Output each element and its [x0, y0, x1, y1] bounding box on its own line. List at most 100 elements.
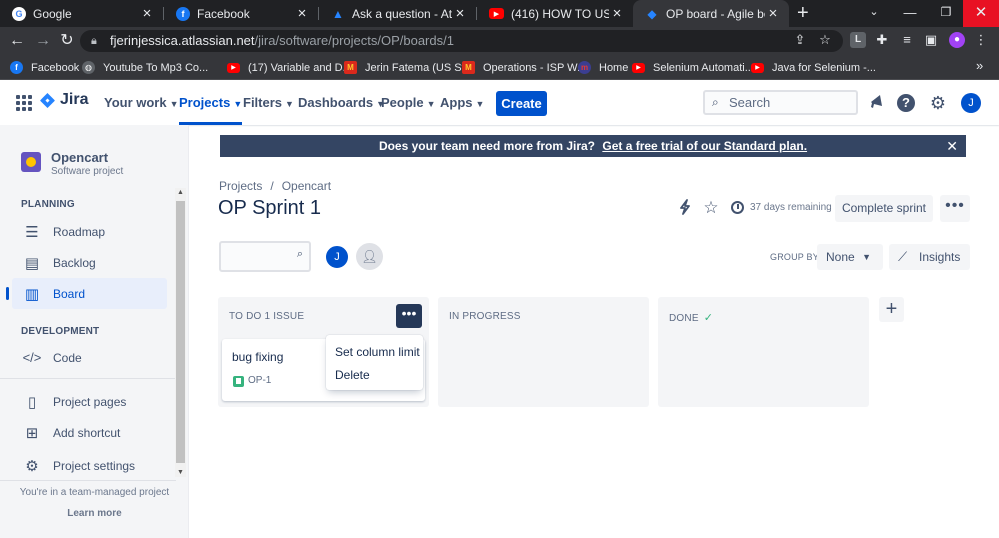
profile-avatar-icon[interactable]: ●	[949, 32, 965, 48]
check-icon: ✓	[703, 312, 714, 324]
browser-tab-google[interactable]: G Google ×	[0, 0, 163, 27]
issue-summary: bug fixing	[232, 350, 284, 364]
star-icon[interactable]: ☆	[702, 199, 720, 217]
bookmark-label: Home	[599, 61, 629, 74]
close-tab-icon[interactable]: ×	[452, 5, 468, 22]
jira-icon: ◆	[647, 6, 657, 21]
browser-menu-icon[interactable]: ⋮	[973, 32, 989, 48]
share-icon[interactable]: ⇪	[792, 32, 808, 48]
sidebar-scrollbar[interactable]: ▲ ▼	[175, 188, 186, 477]
bookmark-item[interactable]: ◍ Youtube To Mp3 Co...	[82, 59, 208, 76]
window-close-icon[interactable]: ✕	[963, 0, 999, 27]
browser-tab-atlassian[interactable]: ▲ Ask a question - Atlassian ×	[319, 0, 476, 27]
tab-search-icon[interactable]: ⌄	[856, 0, 892, 27]
create-button[interactable]: Create	[496, 91, 547, 116]
close-icon[interactable]: ✕	[946, 135, 958, 157]
nav-filters[interactable]: Filters ▼	[243, 80, 294, 125]
close-tab-icon[interactable]: ×	[609, 5, 625, 22]
bookmark-item[interactable]: M Operations - ISP W...	[462, 59, 586, 76]
back-icon[interactable]: ←	[7, 31, 27, 51]
new-tab-icon[interactable]: +	[797, 2, 809, 25]
chevron-down-icon: ▼	[475, 99, 485, 109]
project-type: Software project	[51, 166, 124, 177]
set-column-limit-option[interactable]: Set column limit	[326, 341, 423, 364]
free-trial-link[interactable]: Get a free trial of our Standard plan.	[602, 139, 807, 153]
issue-key[interactable]: OP-1	[248, 375, 271, 386]
more-bookmarks-icon[interactable]: »	[976, 58, 983, 73]
column-title: TO DO 1 ISSUE	[229, 311, 305, 322]
add-column-icon[interactable]: +	[879, 297, 904, 322]
extensions-puzzle-icon[interactable]: ✚	[874, 32, 890, 48]
column-menu-icon[interactable]: •••	[396, 304, 422, 328]
help-icon[interactable]: ?	[897, 94, 915, 112]
insights-button[interactable]: ⟋ Insights	[889, 244, 971, 270]
jira-logo-icon	[40, 92, 55, 108]
jira-logo[interactable]: Jira	[40, 91, 88, 109]
settings-gear-icon[interactable]: ⚙	[928, 93, 948, 113]
browser-tab-jira-active[interactable]: ◆ OP board - Agile board - ×	[633, 0, 789, 27]
assignee-avatar[interactable]: J	[324, 244, 350, 270]
bookmarks-bar: f Facebook ◍ Youtube To Mp3 Co... ▶ (17)…	[0, 55, 999, 80]
media-control-icon[interactable]: ≡	[899, 32, 915, 48]
close-tab-icon[interactable]: ×	[765, 5, 781, 22]
bookmark-item[interactable]: m Home	[578, 59, 628, 76]
sidebar-item-add-shortcut[interactable]: ⊞ Add shortcut	[12, 417, 167, 448]
bookmark-item[interactable]: M Jerin Fatema (US St...	[344, 59, 474, 76]
nav-your-work[interactable]: Your work ▼	[104, 80, 179, 125]
facebook-icon: f	[10, 61, 23, 74]
youtube-icon: ▶	[489, 8, 504, 19]
add-people-icon[interactable]: 👤︎	[356, 243, 383, 270]
url-field[interactable]: 🔒︎ fjerinjessica.atlassian.net/jira/soft…	[80, 30, 843, 52]
browser-tab-facebook[interactable]: f Facebook ×	[164, 0, 318, 27]
project-name[interactable]: Opencart	[51, 150, 108, 165]
reload-icon[interactable]: ↻	[57, 31, 77, 51]
column-menu-dropdown: Set column limit Delete	[326, 335, 423, 390]
restore-icon[interactable]: ❐	[928, 0, 964, 27]
learn-more-link[interactable]: Learn more	[0, 508, 189, 519]
board-search-input[interactable]: ⌕	[219, 241, 311, 272]
user-avatar[interactable]: J	[961, 93, 981, 113]
forward-icon[interactable]: →	[33, 31, 53, 51]
mcdonalds-icon: M	[344, 61, 357, 74]
automation-icon	[680, 199, 690, 215]
scroll-down-icon[interactable]: ▼	[175, 469, 186, 476]
bookmark-item[interactable]: ▶ Java for Selenium -...	[751, 59, 876, 76]
project-sidebar: Opencart Software project PLANNING ☰ Roa…	[0, 125, 189, 538]
bookmark-item[interactable]: f Facebook	[10, 59, 79, 76]
sidebar-item-board[interactable]: ▥ Board	[12, 278, 167, 309]
bookmark-item[interactable]: ▶ Selenium Automati...	[632, 59, 754, 76]
nav-apps[interactable]: Apps ▼	[440, 80, 484, 125]
upgrade-banner: Does your team need more from Jira? Get …	[220, 135, 966, 157]
sidebar-item-roadmap[interactable]: ☰ Roadmap	[12, 216, 167, 247]
lightning-icon[interactable]	[676, 199, 694, 217]
notifications-icon[interactable]	[866, 93, 886, 113]
browser-tab-youtube[interactable]: ▶ (416) HOW TO USE JIRA | ×	[477, 0, 633, 27]
sidebar-item-project-pages[interactable]: ▯ Project pages	[12, 386, 167, 417]
complete-sprint-button[interactable]: Complete sprint	[835, 195, 933, 222]
app-switcher-icon[interactable]	[16, 95, 32, 111]
nav-label: Filters	[243, 95, 283, 110]
delete-column-option[interactable]: Delete	[326, 364, 423, 387]
nav-dashboards[interactable]: Dashboards ▼	[298, 80, 385, 125]
breadcrumb-projects[interactable]: Projects	[219, 179, 262, 193]
scrollbar-thumb[interactable]	[176, 201, 185, 463]
side-panel-icon[interactable]: ▣	[923, 32, 939, 48]
bookmark-star-icon[interactable]: ☆	[817, 32, 833, 48]
sidebar-item-project-settings[interactable]: ⚙ Project settings	[12, 450, 167, 481]
insights-chart-icon: ⟋	[898, 249, 908, 264]
bookmark-item[interactable]: ▶ (17) Variable and D...	[227, 59, 352, 76]
sidebar-item-code[interactable]: </> Code	[12, 342, 167, 373]
more-actions-icon[interactable]: •••	[940, 195, 970, 222]
breadcrumb-opencart[interactable]: Opencart	[282, 179, 331, 193]
extension-l-icon[interactable]: L	[850, 32, 866, 48]
nav-people[interactable]: People ▼	[381, 80, 436, 125]
close-tab-icon[interactable]: ×	[139, 5, 155, 22]
sidebar-divider	[0, 378, 176, 379]
close-tab-icon[interactable]: ×	[294, 5, 310, 22]
nav-projects[interactable]: Projects ▼	[179, 80, 243, 125]
jira-search-input[interactable]: ⌕ Search	[703, 90, 858, 115]
group-by-select[interactable]: None ▼	[817, 244, 883, 270]
sidebar-item-backlog[interactable]: ▤ Backlog	[12, 247, 167, 278]
minimize-icon[interactable]: —	[892, 0, 928, 27]
scroll-up-icon[interactable]: ▲	[175, 189, 186, 196]
